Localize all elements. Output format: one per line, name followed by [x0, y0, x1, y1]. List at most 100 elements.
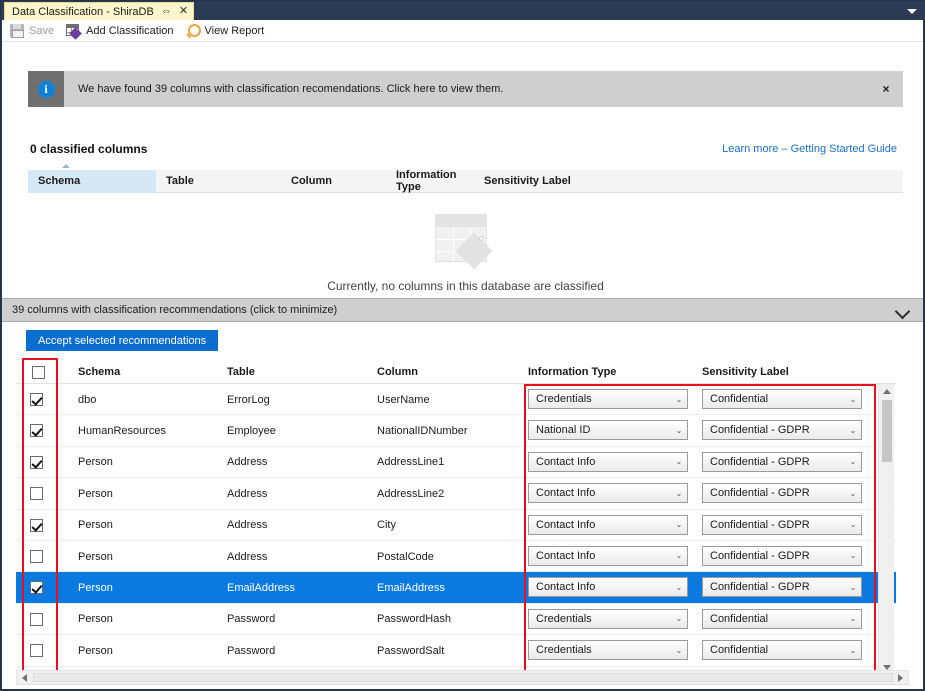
classified-header-information-type[interactable]: Information Type	[386, 169, 474, 193]
chevron-down-icon[interactable]: ⌄	[845, 614, 861, 623]
learn-more-link[interactable]: Learn more – Getting Started Guide	[722, 143, 897, 155]
classified-header-sensitivity-label[interactable]: Sensitivity Label	[474, 170, 594, 193]
sensitivity-label-dropdown[interactable]: Confidential - GDPR ⌄	[702, 514, 862, 535]
horizontal-scrollbar[interactable]	[16, 670, 909, 685]
rec-header-table[interactable]: Table	[227, 360, 255, 384]
sensitivity-label-dropdown-value: Confidential - GDPR	[710, 549, 810, 562]
information-type-dropdown[interactable]: National ID ⌄	[528, 420, 688, 441]
chevron-down-icon[interactable]: ⌄	[845, 457, 861, 466]
table-row[interactable]: Person EmailAddress EmailAddress Contact In…	[16, 572, 896, 604]
rec-header-column[interactable]: Column	[377, 360, 418, 384]
sensitivity-label-dropdown[interactable]: Confidential - GDPR ⌄	[702, 545, 862, 566]
scroll-left-icon[interactable]	[17, 671, 32, 684]
sensitivity-label-dropdown[interactable]: Confidential - GDPR ⌄	[702, 577, 862, 598]
chevron-down-icon[interactable]: ⌄	[671, 489, 687, 498]
information-type-dropdown[interactable]: Contact Info ⌄	[528, 483, 688, 504]
save-button[interactable]: Save	[8, 21, 60, 41]
tab-data-classification[interactable]: Data Classification - ShiraDB ⇔ ✕	[4, 2, 195, 20]
row-checkbox[interactable]	[30, 487, 43, 501]
row-checkbox[interactable]	[30, 455, 43, 469]
recommendations-toggle-bar[interactable]: 39 columns with classification recommend…	[2, 298, 923, 322]
table-row[interactable]: Person Address City Contact Info ⌄ Confidenti…	[16, 510, 896, 541]
information-type-dropdown[interactable]: Contact Info ⌄	[528, 514, 688, 535]
chevron-down-icon[interactable]	[897, 303, 911, 317]
horizontal-scrollbar-thumb[interactable]	[33, 673, 893, 682]
toolbar: Save Add Classification View Report	[2, 20, 923, 42]
cell-column: PasswordHash	[377, 613, 451, 626]
chevron-down-icon[interactable]	[906, 5, 918, 17]
chevron-down-icon[interactable]: ⌄	[671, 426, 687, 435]
chevron-down-icon[interactable]: ⌄	[671, 646, 687, 655]
table-row[interactable]: Person Address PostalCode Contact Info ⌄ Conf…	[16, 541, 896, 573]
sensitivity-label-dropdown[interactable]: Confidential ⌄	[702, 608, 862, 629]
row-checkbox[interactable]	[30, 644, 43, 658]
information-type-dropdown[interactable]: Credentials ⌄	[528, 608, 688, 629]
scroll-up-icon[interactable]	[879, 384, 895, 399]
table-row[interactable]: Person Password PasswordSalt Credentials ⌄ Co…	[16, 635, 896, 667]
cell-schema: Person	[78, 456, 113, 469]
pin-icon[interactable]: ⇔	[161, 6, 172, 17]
sensitivity-label-dropdown[interactable]: Confidential - GDPR ⌄	[702, 483, 862, 504]
table-row[interactable]: Person Address AddressLine1 Contact Info ⌄ Co…	[16, 447, 896, 479]
sensitivity-label-dropdown[interactable]: Confidential - GDPR ⌄	[702, 420, 862, 441]
information-type-dropdown[interactable]: Credentials ⌄	[528, 640, 688, 661]
scroll-right-icon[interactable]	[893, 671, 908, 684]
information-type-dropdown[interactable]: Contact Info ⌄	[528, 545, 688, 566]
close-icon[interactable]: ✕	[179, 6, 188, 17]
info-bar[interactable]: i We have found 39 columns with classifi…	[28, 71, 903, 107]
chevron-down-icon[interactable]: ⌄	[845, 583, 861, 592]
recommendations-vertical-scrollbar[interactable]	[878, 384, 894, 675]
magnifier-icon	[186, 23, 201, 38]
rec-header-information-type[interactable]: Information Type	[528, 360, 616, 384]
chevron-down-icon[interactable]: ⌄	[845, 551, 861, 560]
sensitivity-label-dropdown[interactable]: Confidential ⌄	[702, 640, 862, 661]
row-checkbox[interactable]	[30, 581, 43, 595]
row-checkbox[interactable]	[30, 612, 43, 626]
add-classification-button[interactable]: Add Classification	[64, 21, 179, 41]
chevron-down-icon[interactable]: ⌄	[845, 520, 861, 529]
chevron-down-icon[interactable]: ⌄	[671, 457, 687, 466]
cell-schema: HumanResources	[78, 425, 167, 438]
chevron-down-icon[interactable]: ⌄	[671, 551, 687, 560]
rec-header-sensitivity-label[interactable]: Sensitivity Label	[702, 360, 789, 384]
information-type-dropdown[interactable]: Contact Info ⌄	[528, 577, 688, 598]
accept-selected-recommendations-button[interactable]: Accept selected recommendations	[26, 330, 219, 351]
classified-header-table[interactable]: Table	[156, 170, 281, 193]
sensitivity-label-dropdown[interactable]: Confidential - GDPR ⌄	[702, 451, 862, 472]
rec-header-schema[interactable]: Schema	[78, 360, 120, 384]
chevron-down-icon[interactable]: ⌄	[845, 646, 861, 655]
chevron-down-icon[interactable]: ⌄	[671, 583, 687, 592]
information-type-dropdown-value: Credentials	[536, 644, 592, 657]
row-checkbox[interactable]	[30, 518, 43, 532]
information-type-dropdown-value: Contact Info	[536, 549, 596, 562]
row-checkbox[interactable]	[30, 549, 43, 563]
table-row[interactable]: Person Address AddressLine2 Contact Info ⌄ Co…	[16, 478, 896, 510]
classified-header-schema[interactable]: Schema	[28, 169, 156, 193]
sensitivity-label-dropdown[interactable]: Confidential ⌄	[702, 389, 862, 409]
chevron-down-icon[interactable]: ⌄	[671, 520, 687, 529]
save-label: Save	[29, 24, 55, 37]
sensitivity-label-dropdown-value: Confidential - GDPR	[710, 424, 810, 437]
table-row[interactable]: dbo ErrorLog UserName Credentials ⌄ Confident…	[16, 384, 896, 416]
information-type-dropdown-value: Contact Info	[536, 487, 596, 500]
chevron-down-icon[interactable]: ⌄	[845, 426, 861, 435]
information-type-dropdown[interactable]: Credentials ⌄	[528, 389, 688, 409]
view-report-button[interactable]: View Report	[184, 21, 271, 41]
row-checkbox[interactable]	[30, 424, 43, 438]
vertical-scrollbar-thumb[interactable]	[882, 400, 892, 462]
chevron-down-icon[interactable]: ⌄	[671, 395, 687, 404]
table-row[interactable]: Person Password PasswordHash Credentials ⌄ Co…	[16, 604, 896, 636]
recommendations-grid: Schema Table Column Information Type Sen…	[16, 358, 896, 678]
table-row[interactable]: HumanResources Employee NationalIDNumber Na…	[16, 415, 896, 447]
chevron-down-icon[interactable]: ⌄	[845, 489, 861, 498]
info-bar-close-icon[interactable]: ×	[869, 82, 903, 96]
classified-header-column[interactable]: Column	[281, 170, 386, 193]
row-checkbox[interactable]	[30, 393, 43, 406]
save-icon	[10, 23, 24, 38]
cell-table: EmailAddress	[227, 582, 295, 595]
chevron-down-icon[interactable]: ⌄	[671, 614, 687, 623]
information-type-dropdown-value: Credentials	[536, 393, 592, 405]
information-type-dropdown[interactable]: Contact Info ⌄	[528, 451, 688, 472]
chevron-down-icon[interactable]: ⌄	[845, 395, 861, 404]
select-all-checkbox[interactable]	[31, 365, 45, 379]
